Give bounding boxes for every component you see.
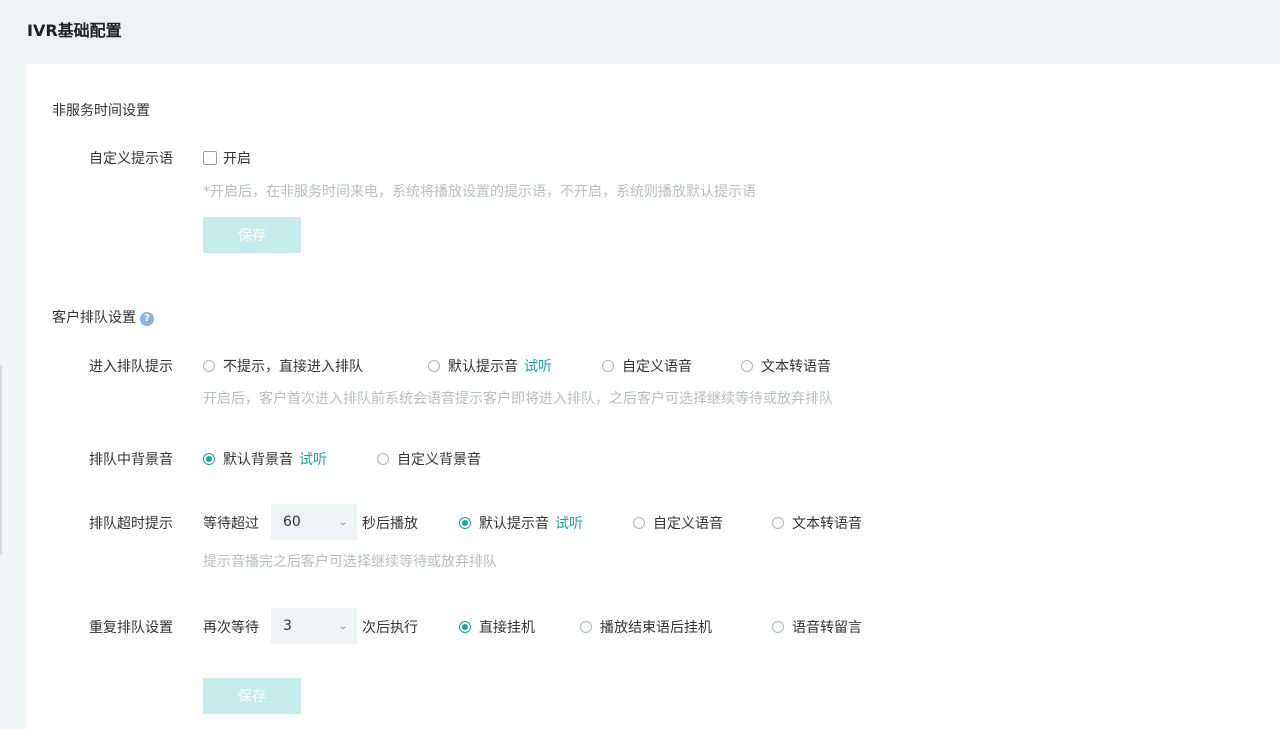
repeat-option-label: 语音转留言 [792, 620, 862, 636]
radio-icon[interactable] [459, 621, 471, 633]
enter-prompt-option-custom[interactable]: 自定义语音 [602, 356, 692, 376]
radio-icon[interactable] [633, 517, 645, 529]
custom-prompt-label: 自定义提示语 [89, 151, 173, 167]
enter-prompt-option-tts[interactable]: 文本转语音 [741, 356, 831, 376]
repeat-suffix: 次后执行 [362, 620, 418, 636]
listen-link[interactable]: 试听 [299, 449, 327, 469]
radio-icon[interactable] [772, 517, 784, 529]
timeout-option-default[interactable]: 默认提示音 试听 [459, 513, 583, 533]
enter-prompt-option-label: 自定义语音 [622, 359, 692, 375]
timeout-seconds-select[interactable]: 60 ⌄ [271, 504, 357, 540]
queue-section-title: 客户排队设置? [52, 307, 154, 327]
chevron-down-icon: ⌄ [337, 620, 349, 632]
radio-icon[interactable] [428, 360, 440, 372]
timeout-option-tts[interactable]: 文本转语音 [772, 513, 862, 533]
save-button-non-service[interactable]: 保存 [203, 217, 301, 253]
listen-link[interactable]: 试听 [524, 356, 552, 376]
timeout-prefix: 等待超过 [203, 516, 259, 532]
radio-icon[interactable] [203, 360, 215, 372]
enter-prompt-option-label: 文本转语音 [761, 359, 831, 375]
repeat-option-hangup[interactable]: 直接挂机 [459, 617, 535, 637]
timeout-hint: 提示音播完之后客户可选择继续等待或放弃排队 [203, 554, 497, 570]
custom-prompt-toggle[interactable]: 开启 [203, 148, 251, 168]
timeout-option-label: 文本转语音 [792, 516, 862, 532]
left-rail [0, 365, 2, 555]
bg-music-label: 排队中背景音 [89, 452, 173, 468]
custom-prompt-checkbox-label: 开启 [223, 151, 251, 167]
repeat-count-value: 3 [283, 618, 292, 634]
page-header: IVR基础配置 [0, 0, 1280, 64]
bg-music-option-label: 自定义背景音 [397, 452, 481, 468]
radio-icon[interactable] [459, 517, 471, 529]
bg-music-option-label: 默认背景音 [223, 452, 293, 468]
enter-prompt-option-none[interactable]: 不提示，直接进入排队 [203, 356, 363, 376]
enter-prompt-option-label: 默认提示音 [448, 359, 518, 375]
timeout-label: 排队超时提示 [89, 516, 173, 532]
radio-icon[interactable] [741, 360, 753, 372]
radio-icon[interactable] [580, 621, 592, 633]
bg-music-option-default[interactable]: 默认背景音 试听 [203, 449, 327, 469]
non-service-section-title: 非服务时间设置 [52, 103, 150, 119]
enter-prompt-option-default[interactable]: 默认提示音 试听 [428, 356, 552, 376]
timeout-suffix: 秒后播放 [362, 516, 418, 532]
timeout-seconds-value: 60 [283, 514, 301, 530]
radio-icon[interactable] [602, 360, 614, 372]
timeout-option-custom[interactable]: 自定义语音 [633, 513, 723, 533]
repeat-prefix: 再次等待 [203, 620, 259, 636]
queue-section-title-text: 客户排队设置 [52, 310, 136, 326]
enter-prompt-option-label: 不提示，直接进入排队 [223, 359, 363, 375]
radio-icon[interactable] [772, 621, 784, 633]
config-card: 非服务时间设置 自定义提示语 开启 *开启后，在非服务时间来电，系统将播放设置的… [27, 64, 1280, 729]
chevron-down-icon: ⌄ [337, 516, 349, 528]
repeat-option-voicemail[interactable]: 语音转留言 [772, 617, 862, 637]
repeat-label: 重复排队设置 [89, 620, 173, 636]
repeat-option-label: 播放结束语后挂机 [600, 620, 712, 636]
custom-prompt-hint: *开启后，在非服务时间来电，系统将播放设置的提示语，不开启，系统则播放默认提示语 [203, 184, 756, 200]
save-button-queue[interactable]: 保存 [203, 678, 301, 714]
enter-prompt-label: 进入排队提示 [89, 359, 173, 375]
repeat-count-select[interactable]: 3 ⌄ [271, 608, 357, 644]
timeout-option-label: 默认提示音 [479, 516, 549, 532]
bg-music-option-custom[interactable]: 自定义背景音 [377, 449, 481, 469]
listen-link[interactable]: 试听 [555, 513, 583, 533]
help-icon[interactable]: ? [140, 312, 154, 326]
radio-icon[interactable] [203, 453, 215, 465]
enter-prompt-hint: 开启后，客户首次进入排队前系统会语音提示客户即将进入排队，之后客户可选择继续等待… [203, 391, 833, 407]
repeat-option-play-then-hangup[interactable]: 播放结束语后挂机 [580, 617, 712, 637]
radio-icon[interactable] [377, 453, 389, 465]
timeout-option-label: 自定义语音 [653, 516, 723, 532]
page-title: IVR基础配置 [27, 21, 122, 40]
repeat-option-label: 直接挂机 [479, 620, 535, 636]
custom-prompt-checkbox[interactable] [203, 151, 217, 165]
